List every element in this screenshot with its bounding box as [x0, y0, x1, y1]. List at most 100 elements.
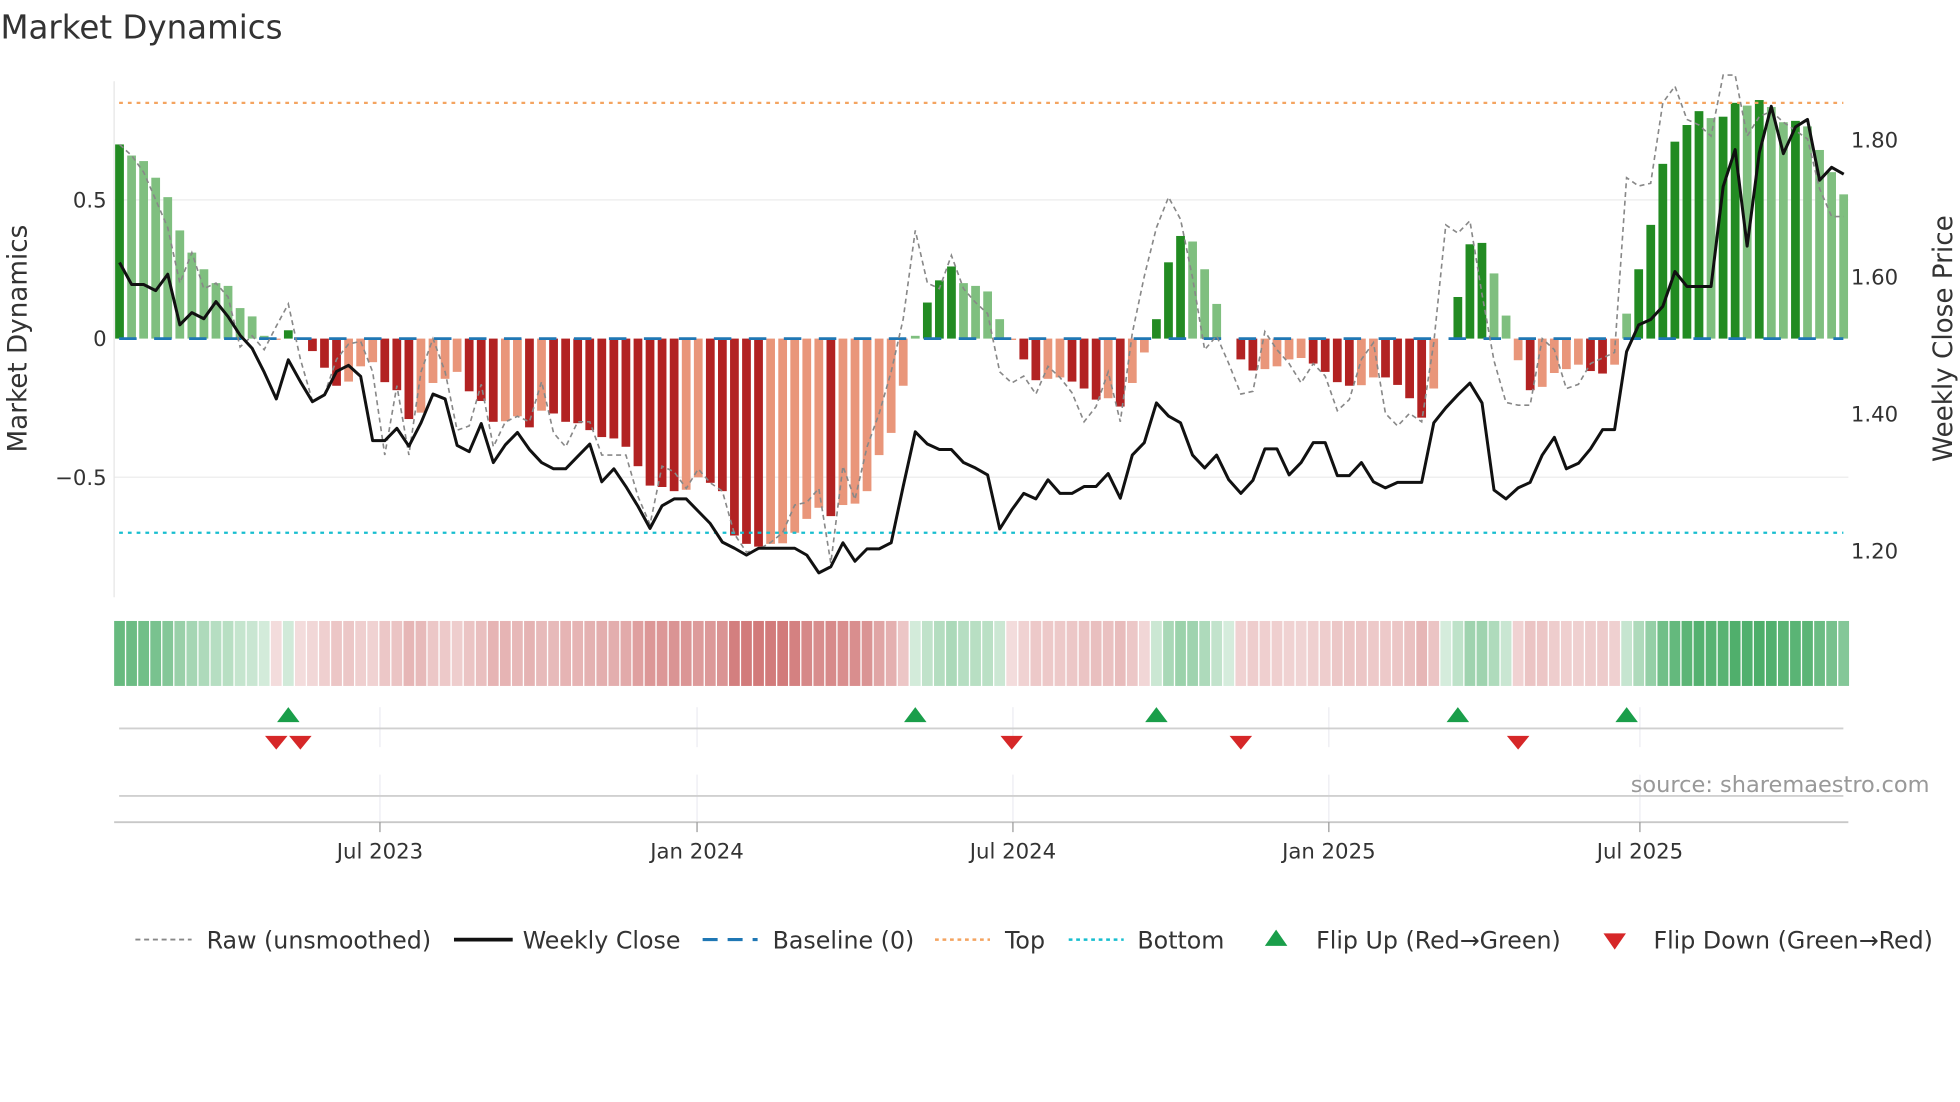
flip-down-marker — [1000, 735, 1023, 750]
reference-lines — [119, 101, 1844, 534]
heat-strip-cell — [1488, 620, 1500, 686]
heat-strip-cell — [765, 620, 776, 686]
heat-strip-cell — [1295, 620, 1307, 686]
heat-strip-cell — [1006, 620, 1018, 686]
heat-strip-cell — [1705, 620, 1717, 686]
momentum-heat-strip — [114, 620, 1850, 686]
heat-strip-cell — [656, 620, 668, 686]
legend-item-flip-down: Flip Down (Green→Red) — [1603, 926, 1933, 954]
momentum-bar — [838, 338, 848, 506]
momentum-bar — [1513, 338, 1523, 361]
momentum-bar — [211, 283, 221, 339]
momentum-bar — [476, 338, 486, 402]
heat-strip-cell — [319, 620, 330, 686]
heat-strip-cell — [849, 620, 861, 686]
y-tick-label: 0.5 — [73, 188, 107, 213]
heat-strip-cell — [246, 620, 258, 686]
momentum-bar — [1055, 338, 1065, 378]
heat-strip-cell — [198, 620, 210, 686]
momentum-bar — [681, 338, 691, 490]
heat-strip-cell — [1452, 620, 1464, 686]
heat-strip-cell — [1054, 620, 1066, 686]
momentum-bar — [850, 338, 860, 504]
heat-strip-cell — [1331, 620, 1343, 686]
legend-close-label: Weekly Close — [523, 926, 681, 954]
momentum-bar — [500, 338, 510, 422]
heat-strip-cell — [596, 620, 608, 686]
heat-strip-cell — [1802, 620, 1813, 686]
momentum-bar — [1803, 126, 1812, 339]
heat-strip-cell — [1741, 620, 1753, 686]
heat-strip-cell — [536, 620, 547, 686]
heat-strip-cell — [1657, 620, 1669, 686]
heat-strip-cell — [1621, 620, 1633, 686]
momentum-bar — [1561, 338, 1571, 370]
heat-strip-cell — [1573, 620, 1584, 686]
momentum-bar — [657, 338, 667, 487]
heat-strip-cell — [1585, 620, 1596, 686]
momentum-bar — [947, 266, 956, 339]
heat-strip-cell — [1380, 620, 1391, 686]
heat-strip-cell — [1151, 620, 1162, 686]
chart-title: Market Dynamics — [0, 9, 282, 47]
legend-baseline-label: Baseline (0) — [773, 926, 915, 954]
heat-strip-cell — [1681, 620, 1693, 686]
momentum-bar — [754, 338, 763, 547]
momentum-bar — [452, 338, 462, 372]
heat-strip-cell — [1669, 620, 1681, 686]
momentum-bar — [1477, 242, 1487, 339]
momentum-bar — [561, 338, 570, 422]
momentum-bar — [1766, 106, 1776, 339]
legend-item-raw: Raw (unsmoothed) — [135, 926, 431, 954]
heat-strip-cell — [294, 620, 306, 686]
heat-strip-cell — [680, 620, 692, 686]
heat-strip-cell — [1114, 620, 1126, 686]
heat-strip-cell — [114, 620, 125, 686]
legend-top-label: Top — [1004, 926, 1045, 954]
momentum-bar — [1574, 338, 1583, 365]
heat-strip-cell — [234, 620, 246, 686]
momentum-bar — [693, 338, 703, 478]
momentum-bar — [766, 338, 775, 544]
heat-strip-cell — [1259, 620, 1271, 686]
heat-strip-cell — [801, 620, 813, 686]
heat-strip-cell — [1536, 620, 1548, 686]
heat-strip-cell — [861, 620, 873, 686]
heat-strip-cell — [1814, 620, 1825, 686]
heat-strip-cell — [1416, 620, 1428, 686]
momentum-bar — [549, 338, 558, 414]
heat-strip-cell — [1753, 620, 1765, 686]
heat-strip-cell — [1199, 620, 1211, 686]
momentum-bar — [139, 161, 149, 339]
momentum-bar — [1730, 102, 1740, 339]
momentum-bar — [1586, 338, 1595, 372]
momentum-bar — [1139, 338, 1149, 353]
heat-strip-cell — [1524, 620, 1536, 686]
heat-strip-cell — [487, 620, 499, 686]
momentum-bar — [1152, 319, 1161, 339]
heat-strip-cell — [1717, 620, 1729, 686]
momentum-bar — [1091, 338, 1101, 400]
momentum-bar — [1658, 163, 1668, 339]
heat-strip-cell — [282, 620, 294, 686]
y2-tick-label: 1.80 — [1851, 128, 1898, 153]
heat-strip-cell — [1102, 620, 1114, 686]
momentum-bar — [1682, 125, 1692, 339]
heat-strip-cell — [1163, 620, 1174, 686]
momentum-bar — [404, 338, 414, 420]
momentum-bar — [464, 338, 474, 392]
heat-strip-cell — [463, 620, 475, 686]
momentum-bar — [730, 338, 739, 536]
heat-strip-cell — [524, 620, 535, 686]
heat-strip-cell — [222, 620, 234, 686]
momentum-bar — [1320, 338, 1330, 372]
x-tick-label: Jul 2024 — [968, 839, 1056, 864]
heat-strip-cell — [258, 620, 270, 686]
momentum-bar — [151, 177, 161, 339]
heat-strip-cell — [934, 620, 945, 686]
momentum-bar — [633, 338, 643, 467]
momentum-bar — [1308, 338, 1318, 364]
y-tick-label: −0.5 — [55, 466, 107, 491]
momentum-bar — [1694, 111, 1704, 339]
heat-strip-cell — [379, 620, 391, 686]
